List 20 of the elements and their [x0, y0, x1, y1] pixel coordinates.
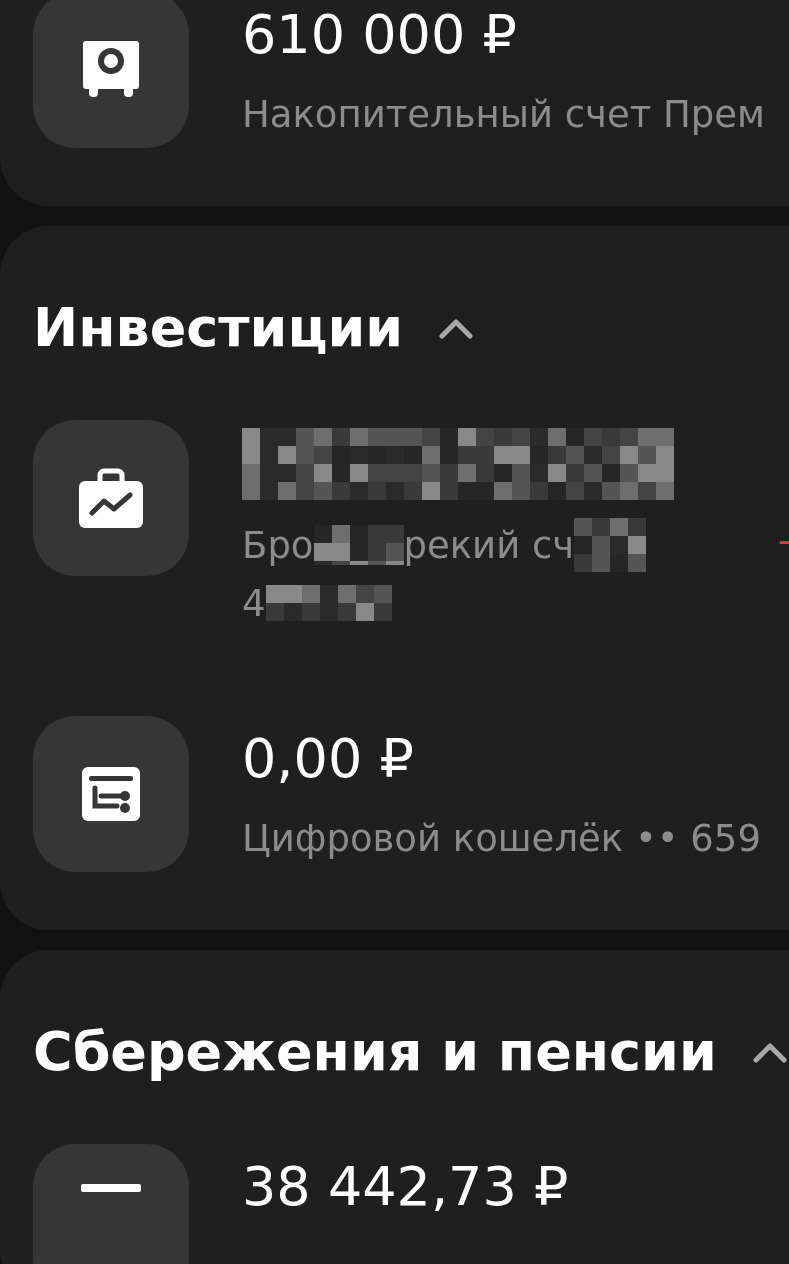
- section-title: Инвестиции: [33, 295, 404, 361]
- chevron-icon[interactable]: [752, 1041, 787, 1063]
- account-icon-tile[interactable]: [33, 1144, 189, 1264]
- safe-icon: [81, 41, 141, 99]
- account-icon-tile[interactable]: [33, 420, 189, 576]
- account-name: Накопительный счет Прем: [242, 92, 765, 138]
- account-balance: 38 442,73 ₽: [242, 1154, 569, 1220]
- chevron-icon[interactable]: [439, 317, 474, 339]
- account-name: рекий сч: [403, 523, 575, 567]
- account-name: Бро: [242, 523, 314, 567]
- balance-change: -: [778, 520, 789, 560]
- section-title: Сбережения и пенсии: [33, 1019, 717, 1085]
- wallet-icon: [81, 766, 141, 822]
- account-name: Цифровой кошелёк •• 659: [242, 816, 761, 862]
- account-icon-tile[interactable]: [33, 716, 189, 872]
- account-icon-tile[interactable]: [33, 0, 189, 148]
- account-balance: 0,00 ₽: [242, 726, 415, 792]
- account-balance: 610 000 ₽: [242, 2, 518, 68]
- briefcase-chart-icon: [78, 467, 144, 529]
- account-number: 4: [242, 581, 266, 625]
